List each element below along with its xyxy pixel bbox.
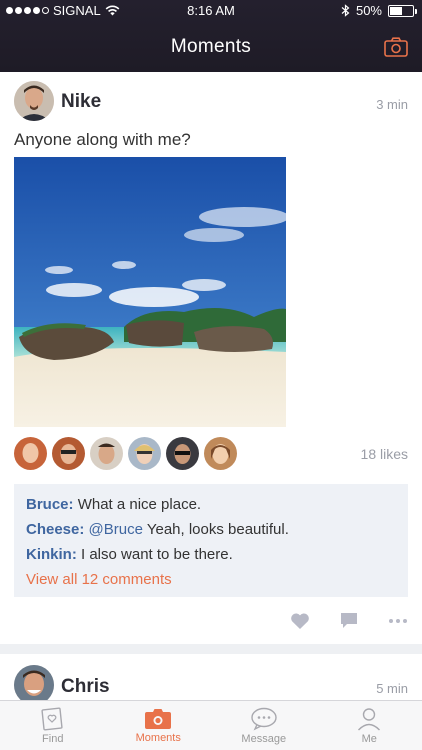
liker-avatars <box>14 437 237 470</box>
tab-message[interactable]: Message <box>211 701 317 750</box>
moment-post: Nike 3 min Anyone along with me? 18 like… <box>0 72 422 644</box>
comment-item[interactable]: Kinkin: I also want to be there. <box>26 542 396 567</box>
comment-author[interactable]: Cheese: <box>26 521 89 538</box>
comment-icon[interactable] <box>340 612 358 630</box>
comment-author[interactable]: Kinkin: <box>26 546 81 563</box>
profile-icon <box>358 707 381 730</box>
tab-label: Me <box>361 732 377 745</box>
comment-text: I also want to be there. <box>81 546 233 563</box>
post-time: 3 min <box>376 97 408 112</box>
moment-post: Chris 5 min <box>0 654 422 700</box>
avatar[interactable] <box>204 437 237 470</box>
nav-header: SIGNAL 8:16 AM 50% Moments <box>0 0 422 72</box>
tab-label: Message <box>241 732 287 745</box>
tab-label: Find <box>42 732 64 745</box>
author-name[interactable]: Chris <box>61 676 110 698</box>
comment-item[interactable]: Bruce: What a nice place. <box>26 492 396 517</box>
comment-author[interactable]: Bruce: <box>26 496 78 513</box>
avatar[interactable] <box>14 665 54 700</box>
comments-box: Bruce: What a nice place. Cheese: @Bruce… <box>14 484 408 597</box>
avatar[interactable] <box>128 437 161 470</box>
comment-text: What a nice place. <box>77 496 202 513</box>
post-photo[interactable] <box>14 157 286 427</box>
comment-text: Yeah, looks beautiful. <box>146 521 289 538</box>
comment-mention[interactable]: @Bruce <box>89 521 147 538</box>
avatar[interactable] <box>14 437 47 470</box>
status-bar: SIGNAL 8:16 AM 50% <box>0 0 422 22</box>
author-name[interactable]: Nike <box>61 91 101 113</box>
likes-count[interactable]: 18 likes <box>361 446 408 462</box>
camera-icon <box>145 708 172 729</box>
post-time: 5 min <box>376 681 408 696</box>
avatar[interactable] <box>14 81 54 121</box>
view-all-comments-link[interactable]: View all 12 comments <box>26 567 396 592</box>
tab-find[interactable]: Find <box>0 701 106 750</box>
tab-me[interactable]: Me <box>317 701 422 750</box>
tab-bar: Find Moments Message Me <box>0 700 422 750</box>
post-actions <box>290 612 408 630</box>
battery-icon <box>388 4 417 17</box>
comment-item[interactable]: Cheese: @Bruce Yeah, looks beautiful. <box>26 517 396 542</box>
page-title: Moments <box>170 36 252 57</box>
tab-label: Moments <box>135 731 181 744</box>
find-icon <box>41 707 63 730</box>
message-icon <box>251 707 277 730</box>
tab-moments[interactable]: Moments <box>106 701 212 750</box>
battery-percent: 50% <box>355 3 382 18</box>
post-caption: Anyone along with me? <box>14 130 191 149</box>
camera-icon[interactable] <box>384 37 408 57</box>
bluetooth-icon <box>341 4 350 17</box>
avatar[interactable] <box>52 437 85 470</box>
avatar[interactable] <box>166 437 199 470</box>
avatar[interactable] <box>90 437 123 470</box>
heart-icon[interactable] <box>290 612 310 630</box>
more-icon[interactable] <box>388 618 408 624</box>
